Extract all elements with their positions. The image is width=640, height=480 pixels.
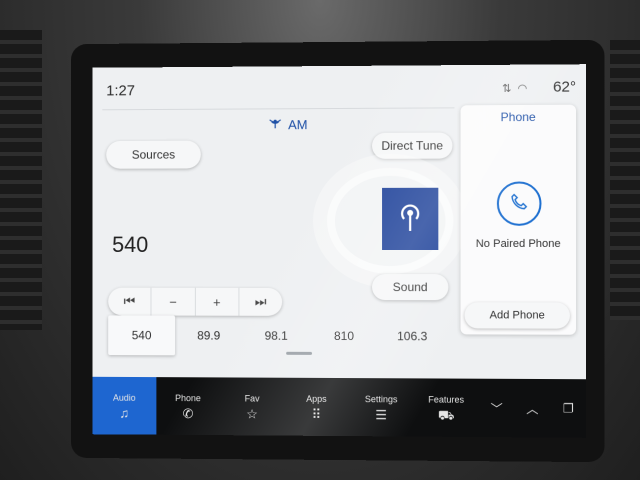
nav-apps-label: Apps (306, 393, 327, 404)
current-frequency: 540 (112, 232, 149, 257)
preset-button[interactable]: 98.1 (242, 316, 310, 356)
preset-bar: 540 89.9 98.1 810 106.3 (108, 315, 446, 356)
car-icon: ⛟ (437, 407, 455, 423)
phone-panel: Phone No Paired Phone Add Phone (460, 104, 577, 335)
right-air-vent (610, 40, 640, 320)
phone-icon: ✆ (182, 405, 194, 421)
nav-features-label: Features (428, 394, 465, 405)
nav-audio-label: Audio (112, 392, 136, 403)
left-air-vent (0, 30, 42, 330)
sources-button[interactable]: Sources (106, 140, 201, 169)
seek-back-button[interactable]: ⏮ (108, 287, 152, 316)
star-icon: ☆ (246, 405, 258, 421)
band-label: AM (288, 117, 308, 133)
nav-fav-label: Fav (244, 392, 260, 404)
music-note-icon: ♫ (119, 405, 130, 421)
signal-icon: ⇅ (502, 82, 518, 96)
direct-tune-button[interactable]: Direct Tune (372, 132, 453, 159)
phone-status-ring (496, 181, 542, 226)
radio-tower-icon (268, 116, 282, 133)
settings-sliders-icon: ☰ (375, 406, 387, 422)
outside-temperature: 62° (552, 78, 577, 96)
chevron-down-icon[interactable]: ﹀ (479, 379, 515, 438)
nav-features[interactable]: Features ⛟ (414, 378, 479, 437)
nav-fav[interactable]: Fav ☆ (220, 377, 284, 435)
seek-forward-button[interactable]: ⏭ (239, 288, 282, 316)
copy-icon[interactable]: ❐ (550, 379, 586, 438)
add-phone-button[interactable]: Add Phone (464, 302, 570, 329)
phone-panel-title: Phone (500, 109, 536, 125)
preset-button[interactable]: 89.9 (175, 316, 242, 356)
nav-settings[interactable]: Settings ☰ (349, 378, 414, 436)
radio-broadcast-icon (396, 200, 424, 237)
status-icons: ⇅◠ (502, 82, 533, 95)
tune-down-button[interactable]: − (151, 287, 196, 316)
nav-audio[interactable]: Audio ♫ (92, 376, 157, 435)
clock: 1:27 (106, 82, 135, 100)
tuning-controls: ⏮ − + ⏭ (108, 287, 283, 316)
preset-button[interactable]: 810 (310, 316, 378, 356)
nav-phone-label: Phone (175, 392, 201, 403)
preset-button[interactable]: 106.3 (378, 316, 446, 356)
sound-button[interactable]: Sound (372, 274, 449, 301)
apps-grid-icon: ⠿ (311, 406, 322, 422)
preset-button[interactable]: 540 (108, 315, 176, 356)
bottom-navigation: Audio ♫ Phone ✆ Fav ☆ Apps ⠿ Settings ☰ … (92, 376, 587, 438)
nav-phone[interactable]: Phone ✆ (156, 377, 220, 435)
station-art (382, 187, 439, 250)
phone-status-text: No Paired Phone (475, 237, 561, 250)
wifi-icon: ◠ (517, 82, 534, 95)
preset-page-indicator (286, 351, 313, 355)
nav-apps[interactable]: Apps ⠿ (284, 378, 349, 436)
phone-handset-icon (510, 192, 528, 215)
audio-panel: AM Sources Direct Tune 540 Sound ⏮ − + ⏭ (92, 107, 454, 336)
chevron-up-icon[interactable]: ︿ (515, 379, 551, 438)
infotainment-screen: 1:27 ⇅◠ 62° AM Sources Direct Tune 540 S… (92, 64, 587, 438)
band-indicator: AM (268, 116, 308, 133)
nav-settings-label: Settings (364, 393, 398, 404)
tune-up-button[interactable]: + (195, 287, 240, 316)
